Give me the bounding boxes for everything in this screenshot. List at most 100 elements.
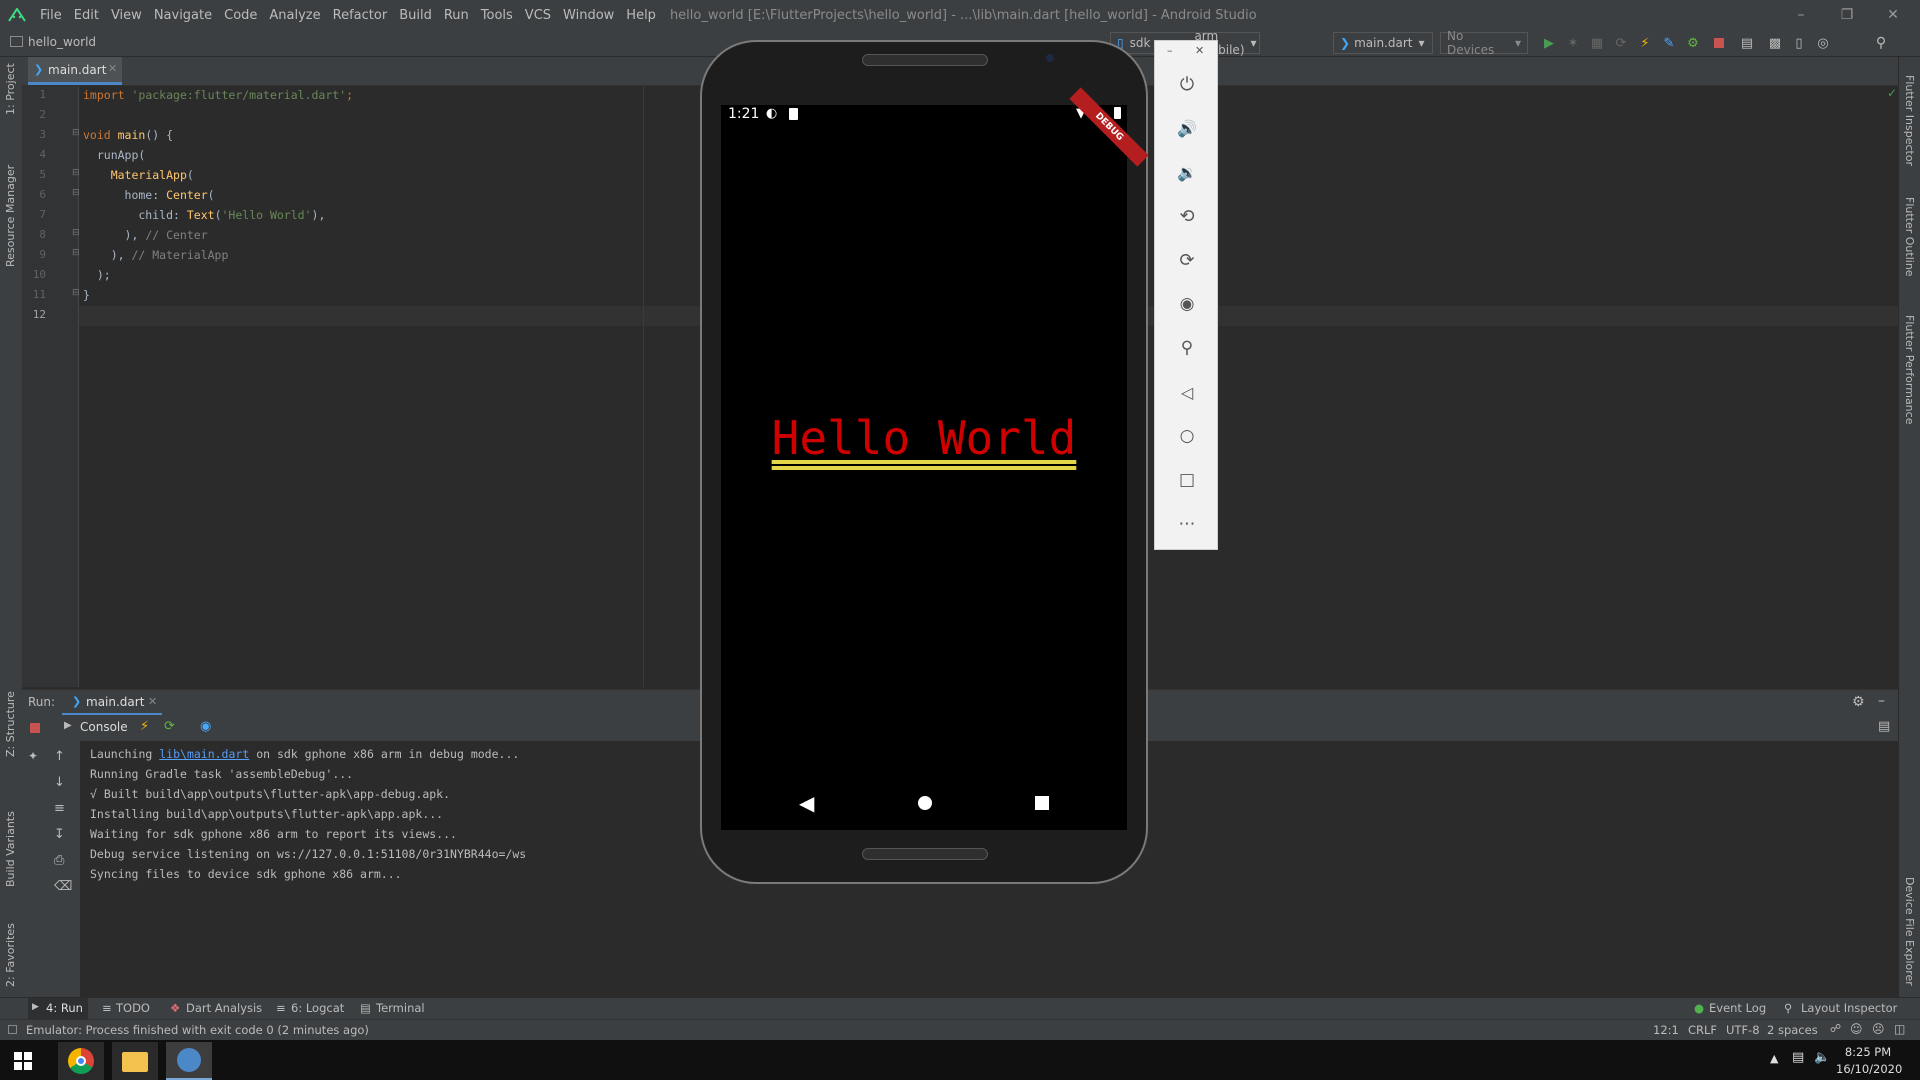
menu-file[interactable]: File <box>34 8 68 23</box>
project-structure-icon[interactable]: ▤ <box>1738 33 1756 53</box>
taskbar-file-explorer[interactable] <box>112 1042 158 1080</box>
profile-icon[interactable]: ⟳ <box>1612 33 1630 53</box>
pin-icon[interactable]: ✦ <box>28 749 38 763</box>
breadcrumb-project[interactable]: hello_world <box>28 35 96 49</box>
taskbar-android-studio[interactable] <box>166 1042 212 1080</box>
tool-tab-terminal[interactable]: Terminal <box>376 1001 425 1015</box>
camera-screenshot-icon[interactable]: ◉ <box>1175 292 1199 316</box>
tool-tab-flutter-performance[interactable]: Flutter Performance <box>1903 315 1916 424</box>
close-tab-icon[interactable]: ✕ <box>108 62 117 75</box>
tool-tab-dart-analysis[interactable]: Dart Analysis <box>186 1001 262 1015</box>
menu-help[interactable]: Help <box>620 8 662 23</box>
lock-icon[interactable]: ☍ <box>1830 1022 1841 1035</box>
editor-tab-main-dart[interactable]: ❯ main.dart ✕ <box>28 57 122 85</box>
debug-icon[interactable]: ✶ <box>1564 33 1582 53</box>
tool-tab-logcat[interactable]: 6: Logcat <box>291 1001 344 1015</box>
emulator-screen[interactable]: 1:21 ◐ ▼ ◢ DEBUG Hello World ◀ <box>721 87 1149 830</box>
menu-edit[interactable]: Edit <box>68 8 105 23</box>
overview-icon[interactable]: □ <box>1175 468 1199 492</box>
zoom-icon[interactable]: ⚲ <box>1175 336 1199 360</box>
inspector-face-icon[interactable]: ☺ <box>1850 1022 1863 1036</box>
stop-icon[interactable] <box>1710 33 1728 53</box>
menu-build[interactable]: Build <box>393 8 438 23</box>
tool-tab-layout-inspector[interactable]: Layout Inspector <box>1801 1001 1897 1015</box>
rotate-right-icon[interactable]: ⟳ <box>1175 248 1199 272</box>
hot-reload-icon[interactable]: ⚡ <box>1636 33 1654 53</box>
menu-tools[interactable]: Tools <box>475 8 519 23</box>
arrow-up-icon[interactable]: ↑ <box>54 749 65 764</box>
hot-restart-icon[interactable]: ⟳ <box>164 719 175 734</box>
menu-code[interactable]: Code <box>218 8 263 23</box>
tool-tab-flutter-inspector[interactable]: Flutter Inspector <box>1903 75 1916 166</box>
soft-wrap-icon[interactable]: ≡ <box>54 801 65 816</box>
tool-tab-run[interactable]: ▶ 4: Run <box>28 998 88 1020</box>
close-tab-icon[interactable]: ✕ <box>148 695 157 708</box>
feedback-face-icon[interactable]: ☹ <box>1872 1022 1885 1036</box>
print-icon[interactable]: ⎙ <box>54 853 64 868</box>
hide-panel-icon[interactable]: – <box>1878 693 1885 709</box>
tool-tab-project[interactable]: 1: Project <box>4 63 17 115</box>
android-home-icon[interactable] <box>918 796 932 810</box>
attach-debugger-icon[interactable]: ▦ <box>1588 33 1606 53</box>
volume-icon[interactable]: 🔈 <box>1814 1050 1830 1065</box>
rotate-left-icon[interactable]: ⟲ <box>1175 204 1199 228</box>
menu-view[interactable]: View <box>105 8 148 23</box>
tool-tab-flutter-outline[interactable]: Flutter Outline <box>1903 197 1916 277</box>
minimize-emulator-icon[interactable]: – <box>1167 44 1173 57</box>
layout-icon[interactable]: ▤ <box>1878 719 1890 734</box>
run-tab-label[interactable]: main.dart <box>86 695 144 709</box>
network-icon[interactable]: ▤ <box>1792 1050 1804 1065</box>
arrow-down-icon[interactable]: ↓ <box>54 775 65 790</box>
taskbar-chrome[interactable] <box>58 1042 104 1080</box>
menu-navigate[interactable]: Navigate <box>148 8 218 23</box>
indent-setting[interactable]: 2 spaces <box>1767 1023 1818 1037</box>
home-icon[interactable]: ○ <box>1175 424 1199 448</box>
open-devtools-icon[interactable]: ◉ <box>200 719 211 734</box>
flutter-attach-icon[interactable]: ✎ <box>1660 33 1678 53</box>
taskbar-clock-date[interactable]: 16/10/2020 <box>1836 1062 1902 1076</box>
tool-tab-favorites[interactable]: 2: Favorites <box>4 923 17 987</box>
show-hidden-icons-icon[interactable]: ▲ <box>1770 1052 1778 1065</box>
devices-selector[interactable]: No Devices ▾ <box>1440 29 1528 57</box>
stop-icon[interactable] <box>30 723 40 733</box>
hot-reload-icon[interactable]: ⚡ <box>140 719 149 734</box>
tool-tab-device-file-explorer[interactable]: Device File Explorer <box>1903 877 1916 986</box>
close-window-icon[interactable]: ✕ <box>1870 0 1916 30</box>
menu-refactor[interactable]: Refactor <box>327 8 394 23</box>
tool-tab-structure[interactable]: Z: Structure <box>4 691 17 757</box>
volume-down-icon[interactable]: 🔉 <box>1175 160 1199 184</box>
windows-start-icon[interactable] <box>14 1052 32 1070</box>
menu-window[interactable]: Window <box>557 8 620 23</box>
avd-manager-icon[interactable]: ▩ <box>1766 33 1784 53</box>
tool-tab-build-variants[interactable]: Build Variants <box>4 811 17 887</box>
sdk-manager-icon[interactable]: ▯ <box>1790 33 1808 53</box>
menu-vcs[interactable]: VCS <box>519 8 557 23</box>
memory-icon[interactable]: ◫ <box>1894 1022 1905 1036</box>
scroll-to-end-icon[interactable]: ↧ <box>54 827 65 842</box>
power-icon[interactable]: ⏻ <box>1175 72 1199 96</box>
settings-gear-icon[interactable]: ⚙ <box>1852 694 1865 710</box>
volume-up-icon[interactable]: 🔊 <box>1175 116 1199 140</box>
file-link[interactable]: lib\main.dart <box>159 747 249 761</box>
search-icon[interactable]: ⚲ <box>1872 33 1890 53</box>
gradle-icon[interactable]: ⚙ <box>1684 33 1702 53</box>
console-tab[interactable]: Console <box>80 720 128 734</box>
line-separator[interactable]: CRLF <box>1688 1023 1717 1037</box>
tool-tab-resource-manager[interactable]: Resource Manager <box>4 165 17 267</box>
tool-tab-todo[interactable]: TODO <box>116 1001 150 1015</box>
menu-analyze[interactable]: Analyze <box>263 8 326 23</box>
tool-tab-event-log[interactable]: Event Log <box>1709 1001 1766 1015</box>
taskbar-clock-time[interactable]: 8:25 PM <box>1840 1045 1896 1059</box>
file-encoding[interactable]: UTF-8 <box>1726 1023 1760 1037</box>
run-icon[interactable]: ▶ <box>1540 33 1558 53</box>
more-options-icon[interactable]: ⋯ <box>1175 512 1199 536</box>
sync-gradle-icon[interactable]: ◎ <box>1814 33 1832 53</box>
close-emulator-icon[interactable]: ✕ <box>1195 44 1204 57</box>
status-message[interactable]: Emulator: Process finished with exit cod… <box>26 1023 369 1037</box>
minimize-window-icon[interactable]: – <box>1778 0 1824 30</box>
restore-window-icon[interactable]: ❐ <box>1824 0 1870 30</box>
menu-run[interactable]: Run <box>438 8 475 23</box>
status-toggle-icon[interactable] <box>8 1025 17 1034</box>
back-icon[interactable]: ◁ <box>1175 380 1199 404</box>
android-back-icon[interactable]: ◀ <box>799 791 814 815</box>
